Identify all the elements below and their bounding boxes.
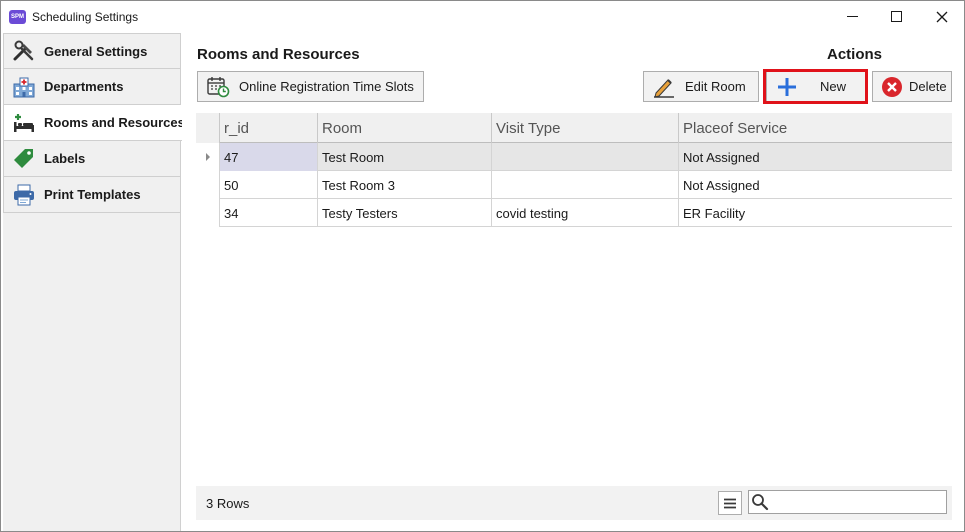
minimize-icon — [846, 16, 858, 17]
cell-r-id[interactable]: 34 — [219, 199, 317, 227]
plus-icon — [774, 75, 800, 99]
cell-room[interactable]: Test Room 3 — [317, 171, 491, 199]
column-header-visit-type[interactable]: Visit Type — [491, 113, 678, 143]
sidebar-item-label: Rooms and Resources — [44, 115, 185, 130]
sidebar-item-label: Print Templates — [44, 187, 141, 202]
search-icon — [752, 494, 769, 511]
hospital-icon — [12, 76, 36, 98]
sidebar-item-label: General Settings — [44, 43, 148, 59]
close-icon — [936, 11, 948, 22]
column-menu-button[interactable] — [718, 491, 742, 515]
edit-room-button[interactable]: Edit Room — [643, 71, 759, 102]
main-panel: Rooms and Resources Actions Online Regis… — [182, 33, 964, 531]
printer-icon — [12, 184, 36, 206]
grid-search-input[interactable] — [771, 492, 941, 512]
table-row[interactable]: 47 Test Room Not Assigned — [196, 143, 952, 171]
cell-room[interactable]: Test Room — [317, 143, 491, 171]
maximize-icon — [890, 11, 902, 22]
window-title: Scheduling Settings — [32, 9, 139, 24]
rooms-grid: r_id Room Visit Type Placeof Service 47 … — [196, 113, 952, 227]
tools-icon — [12, 40, 36, 62]
button-label: Delete — [909, 79, 947, 94]
hamburger-menu-icon — [724, 498, 736, 508]
column-header-r-id[interactable]: r_id — [219, 113, 317, 143]
cell-r-id[interactable]: 47 — [219, 143, 317, 171]
calendar-clock-icon — [205, 75, 231, 99]
sidebar-item-departments[interactable]: Departments — [3, 69, 181, 105]
delete-room-button[interactable]: Delete — [872, 71, 952, 102]
actions-title: Actions — [827, 46, 883, 63]
bed-icon — [12, 112, 36, 134]
close-button[interactable] — [919, 1, 965, 32]
cell-visit-type[interactable] — [491, 171, 678, 199]
grid-footer: 3 Rows — [196, 486, 952, 520]
caret-right-icon — [205, 153, 210, 161]
button-label: Edit Room — [685, 79, 746, 94]
cell-room[interactable]: Testy Testers — [317, 199, 491, 227]
title-bar: SPM Scheduling Settings — [1, 1, 964, 32]
maximize-button[interactable] — [873, 1, 919, 32]
new-room-button[interactable]: New — [766, 71, 866, 102]
tag-icon — [12, 148, 36, 170]
sidebar-item-rooms-and-resources[interactable]: Rooms and Resources — [3, 105, 185, 141]
sidebar-item-label: Departments — [44, 79, 124, 94]
cell-visit-type[interactable] — [491, 143, 678, 171]
column-header-room[interactable]: Room — [317, 113, 491, 143]
button-label: Online Registration Time Slots — [239, 79, 414, 94]
pencil-icon — [651, 75, 677, 99]
button-label: New — [820, 79, 847, 94]
scheduling-settings-window: SPM Scheduling Settings General Settings — [0, 0, 965, 532]
settings-sidebar: General Settings Departments Rooms and R… — [3, 33, 185, 531]
table-row[interactable]: 34 Testy Testers covid testing ER Facili… — [196, 199, 952, 227]
row-indicator — [196, 199, 219, 227]
row-indicator — [196, 171, 219, 199]
table-row[interactable]: 50 Test Room 3 Not Assigned — [196, 171, 952, 199]
grid-header: r_id Room Visit Type Placeof Service — [196, 113, 952, 143]
delete-icon — [879, 75, 905, 99]
cell-r-id[interactable]: 50 — [219, 171, 317, 199]
online-registration-time-slots-button[interactable]: Online Registration Time Slots — [197, 71, 424, 102]
cell-place-of-service[interactable]: Not Assigned — [678, 143, 952, 171]
row-indicator-header — [196, 113, 219, 143]
sidebar-item-print-templates[interactable]: Print Templates — [3, 177, 181, 213]
sidebar-item-label: Labels — [44, 151, 86, 166]
cell-visit-type[interactable]: covid testing — [491, 199, 678, 227]
column-header-place-of-service[interactable]: Placeof Service — [678, 113, 952, 143]
rows-count: 3 Rows — [206, 496, 250, 511]
app-icon: SPM — [9, 9, 26, 24]
cell-place-of-service[interactable]: Not Assigned — [678, 171, 952, 199]
sidebar-item-labels[interactable]: Labels — [3, 141, 181, 177]
sidebar-item-general-settings[interactable]: General Settings — [3, 33, 181, 69]
row-indicator — [196, 143, 219, 171]
cell-place-of-service[interactable]: ER Facility — [678, 199, 952, 227]
grid-search-box[interactable] — [748, 490, 947, 514]
minimize-button[interactable] — [829, 1, 875, 32]
section-title: Rooms and Resources — [197, 46, 360, 63]
